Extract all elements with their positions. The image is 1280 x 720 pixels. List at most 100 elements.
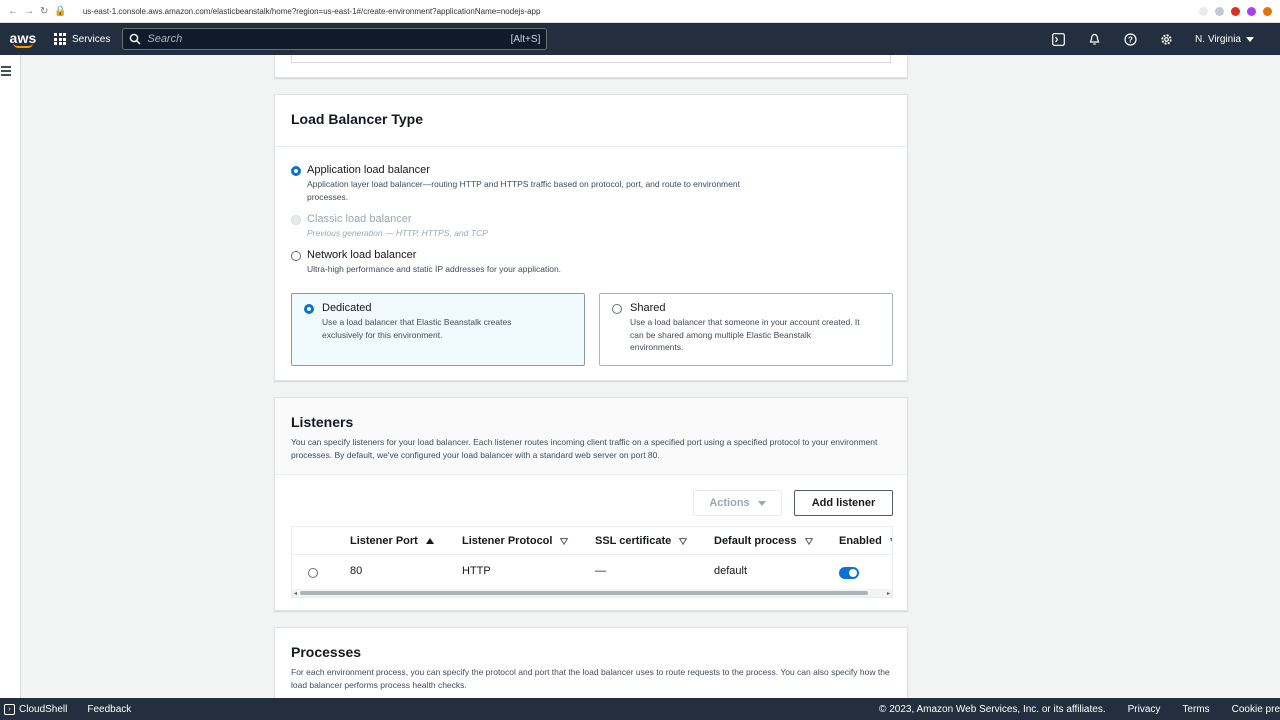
radio-label: Classic load balancer bbox=[307, 213, 412, 225]
lock-icon: 🔒 bbox=[54, 5, 67, 17]
forward-icon[interactable]: → bbox=[24, 6, 34, 17]
listeners-panel: Listeners You can specify listeners for … bbox=[274, 397, 908, 611]
sort-icon bbox=[804, 537, 813, 545]
column-header-ssl-certificate[interactable]: SSL certificate bbox=[595, 535, 688, 547]
radio-button[interactable] bbox=[291, 251, 301, 261]
tile-label: Shared bbox=[630, 302, 666, 314]
extension-icon[interactable] bbox=[1199, 6, 1208, 16]
radio-button[interactable] bbox=[291, 166, 301, 176]
tile-description: Use a load balancer that someone in your… bbox=[630, 317, 860, 352]
search-shortcut: [Alt+S] bbox=[510, 33, 541, 45]
listeners-header: Listeners You can specify listeners for … bbox=[275, 398, 907, 475]
chevron-down-icon bbox=[757, 500, 766, 506]
radio-label: Network load balancer bbox=[307, 249, 417, 261]
processes-header: Processes For each environment process, … bbox=[275, 628, 907, 708]
search-icon bbox=[130, 33, 141, 45]
feedback-link[interactable]: Feedback bbox=[87, 704, 131, 715]
extension-icon[interactable] bbox=[1231, 6, 1240, 16]
radio-button bbox=[291, 215, 301, 225]
terms-link[interactable]: Terms bbox=[1182, 704, 1209, 715]
column-label: SSL certificate bbox=[595, 535, 672, 547]
add-listener-button[interactable]: Add listener bbox=[794, 490, 893, 516]
sort-icon bbox=[679, 537, 688, 545]
menu-icon[interactable] bbox=[1, 66, 11, 78]
aws-top-nav: aws Services Search [Alt+S] ? N. Virgini… bbox=[0, 23, 1280, 55]
listeners-table: Listener Port Listener Protocol SSL cert… bbox=[291, 526, 893, 598]
table-row[interactable]: 80 HTTP — default bbox=[292, 555, 892, 589]
aws-logo[interactable]: aws bbox=[0, 23, 46, 55]
extension-icon[interactable] bbox=[1263, 6, 1272, 16]
column-header-enabled[interactable]: Enabled bbox=[839, 535, 892, 547]
cell-process: default bbox=[714, 565, 748, 577]
radio-classic-lb: Classic load balancer Previous generatio… bbox=[291, 213, 488, 240]
bell-icon[interactable] bbox=[1087, 32, 1101, 46]
reload-icon[interactable]: ↻ bbox=[40, 6, 48, 17]
region-label: N. Virginia bbox=[1195, 33, 1241, 45]
radio-description: Ultra-high performance and static IP add… bbox=[307, 264, 562, 274]
add-listener-label: Add listener bbox=[811, 497, 876, 509]
table-header: Listener Port Listener Protocol SSL cert… bbox=[292, 527, 892, 555]
section-description: You can specify listeners for your load … bbox=[291, 437, 878, 460]
chevron-down-icon bbox=[1246, 36, 1254, 42]
radio-application-lb[interactable]: Application load balancer Application la… bbox=[291, 164, 747, 203]
load-balancer-type-header: Load Balancer Type bbox=[275, 95, 907, 147]
search-input[interactable]: Search [Alt+S] bbox=[122, 28, 548, 50]
tile-label: Dedicated bbox=[322, 302, 372, 314]
section-title: Listeners bbox=[291, 414, 354, 430]
row-select-radio[interactable] bbox=[308, 568, 318, 578]
scroll-left-icon[interactable]: ◂ bbox=[294, 590, 297, 597]
copyright-text: © 2023, Amazon Web Services, Inc. or its… bbox=[879, 703, 1106, 715]
region-selector[interactable]: N. Virginia bbox=[1195, 34, 1254, 45]
cell-port: 80 bbox=[350, 565, 363, 577]
back-icon[interactable]: ← bbox=[8, 6, 18, 17]
tile-shared[interactable]: Shared Use a load balancer that someone … bbox=[599, 293, 893, 366]
svg-text:?: ? bbox=[1128, 35, 1133, 44]
aws-smile-icon bbox=[13, 43, 33, 48]
section-title: Load Balancer Type bbox=[291, 111, 424, 127]
cloudshell-icon[interactable] bbox=[1051, 32, 1065, 46]
sort-icon bbox=[560, 537, 569, 545]
radio-label: Application load balancer bbox=[307, 164, 430, 176]
section-description: For each environment process, you can sp… bbox=[291, 667, 890, 690]
tile-dedicated[interactable]: Dedicated Use a load balancer that Elast… bbox=[291, 293, 585, 366]
previous-section-box bbox=[291, 55, 891, 63]
radio-button[interactable] bbox=[304, 304, 314, 314]
cell-ssl: — bbox=[595, 565, 606, 577]
column-header-default-process[interactable]: Default process bbox=[714, 535, 813, 547]
radio-network-lb[interactable]: Network load balancer Ultra-high perform… bbox=[291, 249, 561, 276]
actions-label: Actions bbox=[709, 497, 750, 509]
side-nav-rail bbox=[0, 55, 21, 698]
address-bar[interactable]: us-east-1.console.aws.amazon.com/elastic… bbox=[75, 7, 1199, 16]
browser-bar: ← → ↻ 🔒 us-east-1.console.aws.amazon.com… bbox=[0, 0, 1280, 23]
cloudshell-label: CloudShell bbox=[19, 703, 68, 715]
privacy-link[interactable]: Privacy bbox=[1128, 704, 1161, 715]
cookie-preferences-link[interactable]: Cookie pre bbox=[1232, 704, 1280, 715]
scrollbar-thumb[interactable] bbox=[300, 591, 868, 595]
extension-icon[interactable] bbox=[1247, 6, 1256, 16]
column-label: Default process bbox=[714, 535, 797, 547]
footer-left: › CloudShell Feedback bbox=[0, 703, 131, 715]
cloudshell-button[interactable]: › CloudShell bbox=[4, 703, 68, 715]
scroll-right-icon[interactable]: ▸ bbox=[887, 590, 890, 597]
extension-icon[interactable] bbox=[1215, 6, 1224, 16]
column-header-listener-port[interactable]: Listener Port bbox=[350, 535, 434, 547]
processes-panel: Processes For each environment process, … bbox=[274, 627, 908, 707]
previous-section-panel bbox=[274, 55, 908, 78]
column-header-listener-protocol[interactable]: Listener Protocol bbox=[462, 535, 569, 547]
extensions bbox=[1199, 6, 1280, 16]
sort-ascending-icon bbox=[425, 538, 434, 544]
section-title: Processes bbox=[291, 644, 362, 660]
gear-icon[interactable] bbox=[1159, 32, 1173, 46]
nav-right: ? N. Virginia bbox=[1051, 32, 1280, 46]
help-icon[interactable]: ? bbox=[1123, 32, 1137, 46]
services-menu[interactable]: Services bbox=[46, 33, 122, 45]
radio-description: Previous generation — HTTP, HTTPS, and T… bbox=[307, 228, 488, 238]
load-balancer-type-panel: Load Balancer Type Application load bala… bbox=[274, 94, 908, 381]
cell-protocol: HTTP bbox=[462, 565, 491, 577]
footer-right: © 2023, Amazon Web Services, Inc. or its… bbox=[879, 704, 1280, 715]
enabled-toggle[interactable] bbox=[839, 567, 859, 579]
horizontal-scrollbar[interactable]: ◂ ▸ bbox=[292, 589, 892, 597]
column-label: Listener Protocol bbox=[462, 535, 553, 547]
column-label: Enabled bbox=[839, 535, 882, 547]
radio-button[interactable] bbox=[612, 304, 622, 314]
